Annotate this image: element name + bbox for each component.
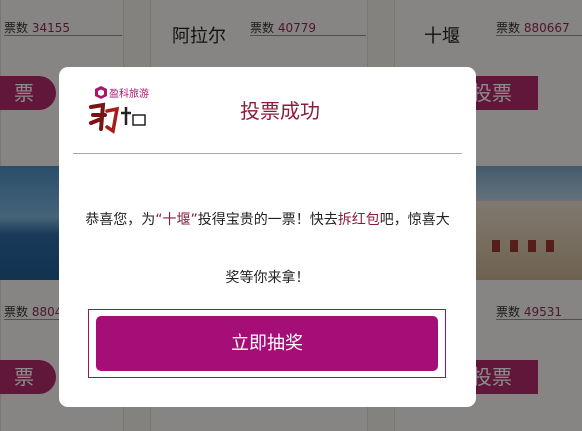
draw-button-frame: 立即抽奖 <box>88 309 446 378</box>
message-text: 恭喜您，为 <box>85 212 156 228</box>
brand-logo-icon: 盈科旅游 <box>89 86 149 134</box>
message-text: 投得宝贵的一票！快去 <box>197 212 338 228</box>
red-packet-link[interactable]: 拆红包 <box>338 212 380 228</box>
brand-logo: 盈科旅游 <box>87 85 149 137</box>
vote-success-dialog: 盈科旅游 投票成功 恭喜您，为“十堰”投得宝贵的一票！快去拆红包吧，惊喜大奖等你… <box>59 67 476 407</box>
logo-brand-text: 盈科旅游 <box>109 87 149 100</box>
dialog-message: 恭喜您，为“十堰”投得宝贵的一票！快去拆红包吧，惊喜大奖等你来拿！ <box>81 191 454 307</box>
city-highlight: “十堰” <box>155 212 198 228</box>
lottery-draw-button[interactable]: 立即抽奖 <box>96 316 438 371</box>
dialog-title: 投票成功 <box>240 99 320 123</box>
divider <box>73 153 462 154</box>
